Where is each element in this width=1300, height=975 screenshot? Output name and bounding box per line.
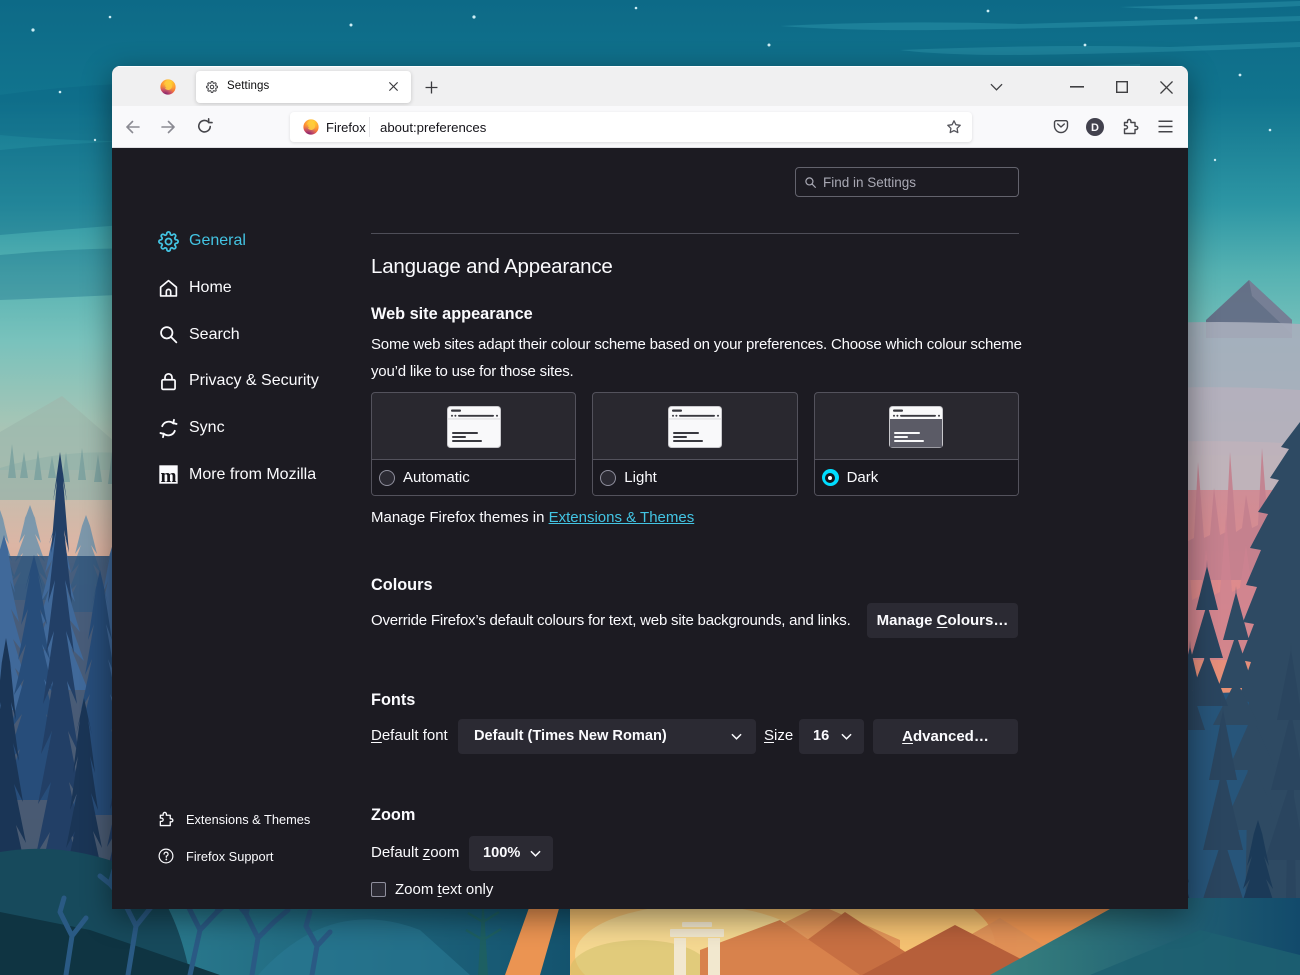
- svg-text:D: D: [1091, 122, 1099, 134]
- svg-text:m: m: [160, 466, 176, 485]
